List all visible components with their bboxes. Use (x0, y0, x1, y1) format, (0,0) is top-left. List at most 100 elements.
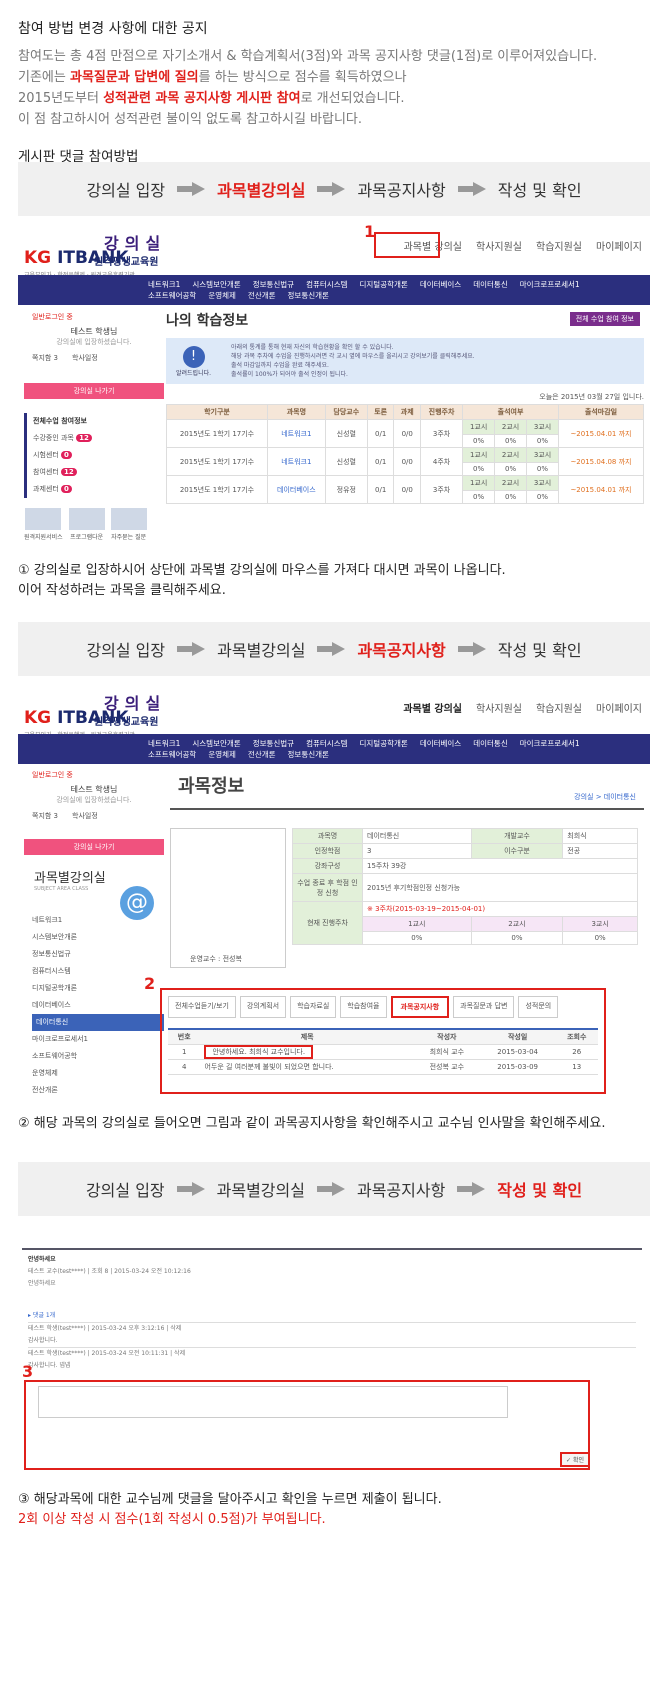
menu-academic[interactable]: 학사지원실 (476, 700, 522, 715)
tab-materials[interactable]: 학습자료실 (290, 996, 337, 1018)
note-link[interactable]: 쪽지함 3 (32, 811, 58, 821)
step-bar-1: 강의실 입장 과목별강의실 과목공지사항 작성 및 확인 (18, 162, 650, 216)
tab-grade-inquiry[interactable]: 성적문의 (518, 996, 559, 1018)
menu-subject-class[interactable]: 과목별 강의실 (403, 700, 462, 715)
step-label-active: 과목별강의실 (217, 181, 306, 200)
menu-learning[interactable]: 학습지원실 (536, 238, 582, 253)
arrow-icon (457, 182, 486, 196)
step-bar-2: 강의실 입장 과목별강의실 과목공지사항 작성 및 확인 (18, 622, 650, 676)
course-item[interactable]: 운영체제 (32, 1065, 164, 1082)
course-item[interactable]: 데이터베이스 (32, 997, 164, 1014)
description-1: ① 강의실로 입장하시어 상단에 과목별 강의실에 마우스를 가져다 대시면 과… (18, 563, 506, 598)
submit-button[interactable]: ✓ 확인 (560, 1452, 590, 1467)
menu-academic[interactable]: 학사지원실 (476, 238, 522, 253)
table-row: 2015년도 1학기 17기수 데이터베이스 정유정 0/1 0/0 3주차 1교시 2교시 3… (166, 475, 645, 504)
download-icon[interactable]: 프로그램다운 (68, 508, 105, 541)
reply-meta: 테스트 학생(test****) | 2015-03-24 오전 10:11:3… (28, 1347, 636, 1360)
faq-icon[interactable]: 자주묻는 질문 (110, 508, 147, 541)
step-label-active: 작성 및 확인 (497, 1181, 583, 1200)
logo: 강의실 KG ITBANK 원격평생교육원 교육부인가 · 학점은행제 · 원격… (24, 234, 167, 279)
table-row[interactable]: 4 어두운 길 여러분께 불빛이 되었으면 합니다. 전성복 교수 2015-03-0… (168, 1059, 598, 1075)
course-item-active[interactable]: 데이터통신 (32, 1014, 164, 1031)
course-item[interactable]: 정보통신법규 (32, 946, 164, 963)
remote-support-icon[interactable]: 원격지원서비스 (24, 508, 63, 541)
menu-learning[interactable]: 학습지원실 (536, 700, 582, 715)
step-label: 과목공지사항 (356, 1181, 446, 1200)
post-title: 안녕하세요 (28, 1256, 56, 1263)
notice-page: 참여 방법 변경 사항에 대한 공지 참여도는 총 4점 만점으로 자기소개서 … (0, 0, 670, 1690)
exit-button[interactable]: 강의실 나가기 (24, 839, 164, 855)
exit-button[interactable]: 강의실 나가기 (24, 383, 164, 399)
menu-item[interactable]: 과제센터 0 (33, 481, 164, 498)
arrow-icon (457, 1182, 486, 1196)
course-item[interactable]: 소프트웨어공학 (32, 1048, 164, 1065)
screenshot-my-learning: 강의실 KG ITBANK 원격평생교육원 교육부인가 · 학점은행제 · 원격… (18, 222, 650, 542)
table-row: 2015년도 1학기 17기수 네트워크1 신성렬 0/1 0/0 3주차 1교시 2교시 3교… (166, 419, 645, 448)
menu-item[interactable]: 수강중인 과목 12 (33, 430, 164, 447)
logo: 강의실 KG ITBANK 원격평생교육원 교육부인가 · 학점은행제 · 원격… (24, 694, 167, 739)
check-icon: ✓ (566, 1457, 572, 1464)
learning-table: 학기구분 과목명 담당교수 토론 과제 진행주차 출석여부 출석마감일 2015년도 1학기 … (166, 404, 645, 504)
step-label: 작성 및 확인 (497, 181, 582, 200)
gnb: 네트워크1 시스템보안개론 정보통신법규 컴퓨터시스템 디지털공학개론 데이터베이스 데이터… (18, 734, 650, 764)
all-info-button[interactable]: 전체 수업 참여 정보 (569, 312, 640, 326)
class-title: 과목별강의실 (34, 871, 106, 886)
course-item[interactable]: 마이크로프로세서1 (32, 1031, 164, 1048)
schedule-link[interactable]: 학사일정 (72, 811, 98, 821)
intro-line-4: 이 점 참고하시어 성적관련 불이익 없도록 참고하시길 바랍니다. (18, 112, 363, 127)
course-item[interactable]: 시스템보안개론 (32, 929, 164, 946)
tab-qna[interactable]: 과목질문과 답변 (453, 996, 515, 1018)
intro-line-3: 2015년도부터 성적관련 과목 공지사항 게시판 참여로 개선되었습니다. (18, 91, 405, 106)
main-content: 나의 학습정보 전체 수업 참여 정보 ! 알려드립니다. 아래의 통계를 통해 … (166, 310, 645, 504)
top-menu: 과목별 강의실 학사지원실 학습지원실 마이페이지 (403, 700, 642, 715)
notice-board: 번호 제목 작성자 작성일 조회수 1 안녕하세요. 최희식 교수입니다. 최희식 교수 20… (168, 1028, 598, 1075)
arrow-icon (317, 182, 346, 196)
left-panel: 일반로그인 중 테스트 학생님 강의실에 입장하셨습니다. 쪽지함 3 학사일정 … (24, 308, 164, 541)
arrow-icon (176, 1182, 205, 1196)
teacher-label: 운영교수 : 전성복 (190, 955, 242, 963)
post-meta: 테스트 교수(test****) | 조회 8 | 2015-03-24 오전 … (28, 1268, 191, 1275)
step-label: 과목별강의실 (217, 641, 306, 660)
arrow-icon (177, 642, 206, 656)
course-item[interactable]: 전산개론 (32, 1082, 164, 1099)
schedule-link[interactable]: 학사일정 (72, 353, 98, 363)
menu-item[interactable]: 시험센터 0 (33, 447, 164, 464)
page-title: 과목정보 (170, 772, 644, 810)
breadcrumb: 강의실 > 데이터통신 (574, 793, 636, 801)
today-text: 오늘은 2015년 03월 27일 입니다. (539, 393, 644, 401)
screenshot-comment-write: 안녕하세요 테스트 교수(test****) | 조회 8 | 2015-03-… (18, 1232, 650, 1482)
gnb: 네트워크1 시스템보안개론 정보통신법규 컴퓨터시스템 디지털공학개론 데이터베이스 데이터… (18, 275, 650, 305)
tab-bar: 전체수업듣기/보기 강의계획서 학습자료실 학습참여율 과목공지사항 과목질문과… (168, 996, 559, 1018)
marker-2: 2 (144, 974, 156, 993)
arrow-icon (177, 182, 206, 196)
note-link[interactable]: 쪽지함 3 (32, 353, 58, 363)
table-row: 2015년도 1학기 17기수 네트워크1 신성렬 0/1 0/0 4주차 1교시 2교시 3교… (166, 447, 645, 476)
post-view: 안녕하세요 테스트 교수(test****) | 조회 8 | 2015-03-… (22, 1248, 642, 1376)
tab-all-lectures[interactable]: 전체수업듣기/보기 (168, 996, 236, 1018)
step-label: 과목공지사항 (357, 181, 446, 200)
menu-item[interactable]: 참여센터 12 (33, 464, 164, 481)
intro-line-1: 참여도는 총 4점 만점으로 자기소개서 & 학습계획서(3점)와 과목 공지사… (18, 49, 598, 64)
step-label: 과목별강의실 (216, 1181, 305, 1200)
step-bar-3: 강의실 입장 과목별강의실 과목공지사항 작성 및 확인 (18, 1162, 650, 1216)
menu-mypage[interactable]: 마이페이지 (596, 238, 642, 253)
course-image (170, 828, 286, 968)
description-3: ③ 해당과목에 대한 교수님께 댓글을 달아주시고 확인을 누르면 제출이 됩니… (18, 1492, 442, 1527)
step-label: 강의실 입장 (86, 641, 166, 660)
course-info-table: 과목명 데이터통신 개발교수 최희식 인정학점 3 이수구분 전공 강좌구성 15주차 39강… (292, 828, 638, 945)
menu-mypage[interactable]: 마이페이지 (596, 700, 642, 715)
reply-count: ▸ 댓글 1개 (28, 1312, 56, 1319)
tab-participation[interactable]: 학습참여율 (340, 996, 387, 1018)
comment-textarea[interactable] (38, 1386, 508, 1418)
tab-syllabus[interactable]: 강의계획서 (239, 996, 287, 1018)
tab-subject-notice[interactable]: 과목공지사항 (390, 996, 450, 1018)
notice-title-link[interactable]: 안녕하세요. 최희식 교수입니다. (204, 1045, 314, 1059)
screenshot-subject-notice: 강의실 KG ITBANK 원격평생교육원 교육부인가 · 학점은행제 · 원격… (18, 682, 650, 1102)
arrow-icon (316, 1182, 345, 1196)
left-panel: 일반로그인 중 테스트 학생님 강의실에 입장하셨습니다. 쪽지함 3 학사일정 … (24, 766, 164, 1099)
reply-meta: 테스트 학생(test****) | 2015-03-24 오후 3:12:16… (28, 1322, 636, 1335)
step-label: 작성 및 확인 (497, 641, 582, 660)
reply-body: 감사합니다. 넵넵 (28, 1362, 71, 1369)
table-row[interactable]: 1 안녕하세요. 최희식 교수입니다. 최희식 교수 2015-03-04 26 (168, 1044, 598, 1060)
step-label-active: 과목공지사항 (357, 641, 446, 660)
